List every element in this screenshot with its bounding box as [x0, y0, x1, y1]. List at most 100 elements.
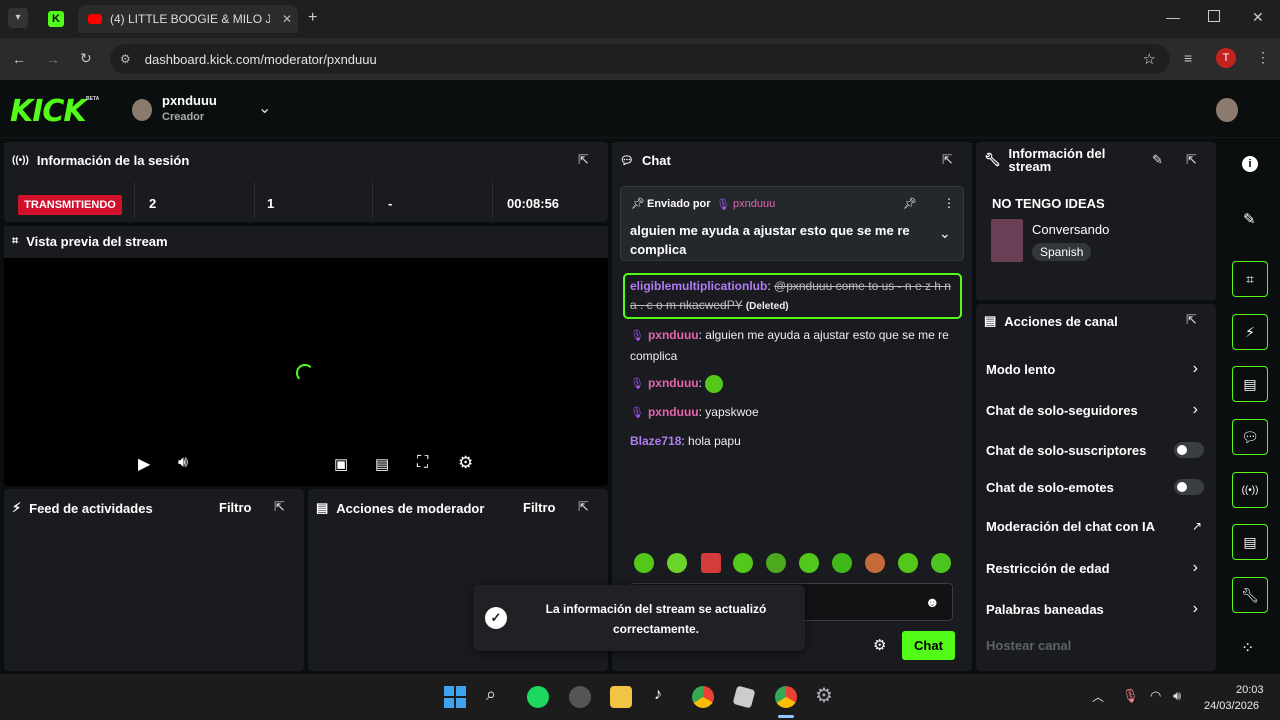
host-channel-item[interactable]: Hostear canal [986, 638, 1071, 653]
edit-icon[interactable]: ✎ [1243, 210, 1256, 228]
emote-icon[interactable] [667, 553, 687, 573]
chevron-right-icon[interactable]: › [1193, 360, 1198, 378]
category-name[interactable]: Conversando [1032, 222, 1109, 237]
youtube-icon [88, 14, 102, 24]
url-field[interactable]: ⚙ dashboard.kick.com/moderator/pxnduuu ☆ [110, 44, 1170, 74]
pinned-text: alguien me ayuda a ajustar esto que se m… [630, 223, 910, 257]
settings-gear-icon[interactable]: ⚙ [815, 683, 833, 708]
chevron-right-icon[interactable]: › [1193, 401, 1198, 419]
maximize-button[interactable] [1208, 10, 1220, 22]
subscribers-only-toggle[interactable] [1174, 442, 1204, 458]
age-restriction-item[interactable]: Restricción de edad [986, 561, 1110, 576]
mod-log-tool-button[interactable]: ▤ [1232, 366, 1268, 402]
reload-icon[interactable]: ↻ [80, 50, 92, 67]
stream-info-tool-button[interactable]: 🔧︎ [1232, 577, 1268, 613]
chrome-profile-icon[interactable] [775, 686, 797, 708]
media-control-icon[interactable]: ≡ [1184, 50, 1192, 66]
bookmark-star-icon[interactable]: ☆ [1143, 50, 1156, 68]
activity-tool-button[interactable]: ⚡︎ [1232, 314, 1268, 350]
external-link-icon[interactable]: ↗ [1192, 519, 1202, 533]
chat-send-button[interactable]: Chat [902, 631, 955, 660]
modactions-popout-icon[interactable]: ⇱ [578, 499, 589, 515]
browser-menu-icon[interactable]: ⋮ [1256, 49, 1270, 66]
chevron-right-icon[interactable]: › [1193, 600, 1198, 618]
emoji-picker-icon[interactable]: ☻ [925, 594, 940, 610]
tab-youtube[interactable]: (4) LITTLE BOOGIE & MILO J - V ✕ [78, 5, 298, 33]
stream-info-popout-icon[interactable]: ⇱ [1186, 152, 1197, 168]
emote-icon[interactable] [766, 553, 786, 573]
channel-actions-tool-button[interactable]: ▤ [1232, 524, 1268, 560]
chat-settings-icon[interactable]: ⚙ [873, 636, 886, 654]
tray-expand-icon[interactable]: ︿ [1092, 688, 1104, 705]
pinned-username[interactable]: pxnduuu [733, 198, 775, 210]
spotify-icon[interactable] [527, 686, 549, 708]
emote-icon[interactable] [733, 553, 753, 573]
pinned-menu-icon[interactable]: ⋮ [943, 196, 955, 210]
volume-icon[interactable]: 🔊︎ [178, 454, 188, 472]
emote-icon[interactable] [898, 553, 918, 573]
theater-icon[interactable]: ▤ [375, 455, 389, 473]
speaker-icon[interactable]: 🔊︎ [1173, 688, 1181, 704]
emotes-only-toggle[interactable] [1174, 479, 1204, 495]
popout-icon[interactable]: ⇱ [578, 152, 589, 168]
expand-chevron-icon[interactable]: ⌄ [939, 225, 951, 242]
activity-feed-panel: ⚡︎ Feed de actividades Filtro ⇱ [4, 489, 304, 671]
broadcast-icon: ((•)) [12, 155, 29, 166]
search-icon[interactable]: ⌕ [486, 684, 496, 705]
play-icon[interactable]: ▶ [138, 454, 150, 474]
session-tool-button[interactable]: ((•)) [1232, 472, 1268, 508]
microphone-icon[interactable]: 🎙︎ [1122, 688, 1139, 704]
url-text: dashboard.kick.com/moderator/pxnduuu [144, 51, 377, 67]
minimize-button[interactable]: — [1166, 9, 1180, 25]
windows-start-icon[interactable] [444, 686, 466, 708]
ai-moderation-item[interactable]: Moderación del chat con IA [986, 519, 1155, 534]
fullscreen-icon[interactable]: ⛶ [417, 454, 428, 472]
close-window-button[interactable]: ✕ [1252, 9, 1264, 26]
miniplayer-icon[interactable]: ▣ [334, 455, 348, 473]
account-switch-chevron-icon[interactable]: ⌄ [258, 98, 271, 118]
emote-icon[interactable] [865, 553, 885, 573]
more-tools-icon[interactable]: ⁘ [1241, 638, 1254, 658]
tiktok-icon[interactable]: ♪ [654, 686, 662, 704]
emote-icon[interactable] [634, 553, 654, 573]
emote-icon[interactable] [701, 553, 721, 573]
preview-tool-button[interactable]: ⌗ [1232, 261, 1268, 297]
channel-actions-popout-icon[interactable]: ⇱ [1186, 312, 1197, 328]
file-explorer-icon[interactable] [610, 686, 632, 708]
forward-icon[interactable]: → [46, 51, 60, 67]
slow-mode-item[interactable]: Modo lento [986, 362, 1055, 377]
tab-close-icon[interactable]: ✕ [282, 12, 292, 26]
kick-tab-icon[interactable]: K [48, 11, 64, 27]
creator-avatar[interactable] [132, 99, 152, 121]
modactions-filter-button[interactable]: Filtro [523, 500, 556, 515]
info-icon[interactable]: i [1242, 156, 1258, 172]
back-icon[interactable]: ← [12, 51, 26, 67]
new-tab-button[interactable]: + [308, 9, 317, 27]
chevron-right-icon[interactable]: › [1193, 559, 1198, 577]
emote-icon[interactable] [931, 553, 951, 573]
subs-stat: - [388, 196, 393, 211]
profile-avatar[interactable]: T [1216, 48, 1236, 68]
player-settings-icon[interactable]: ⚙ [458, 453, 473, 473]
chrome-icon[interactable] [692, 686, 714, 708]
wifi-icon[interactable]: ◠ [1150, 688, 1161, 704]
site-info-icon[interactable]: ⚙ [120, 52, 131, 66]
activity-filter-button[interactable]: Filtro [219, 500, 252, 515]
emote-icon[interactable] [799, 553, 819, 573]
category-thumbnail [991, 219, 1023, 262]
clock-date[interactable]: 24/03/2026 [1204, 700, 1259, 712]
pinned-message[interactable]: 📌︎ Enviado por 🎙︎ pxnduuu 📌︎ ⋮ alguien m… [620, 186, 964, 261]
followers-only-item[interactable]: Chat de solo-seguidores [986, 403, 1138, 418]
clock-time[interactable]: 20:03 [1236, 684, 1264, 696]
edit-stream-icon[interactable]: ✎ [1152, 152, 1163, 168]
app-icon[interactable] [569, 686, 591, 708]
emote-icon[interactable] [832, 553, 852, 573]
tab-list-button[interactable]: ▾ [8, 8, 28, 28]
kick-logo[interactable]: KICK [10, 94, 87, 129]
header-avatar[interactable] [1216, 98, 1238, 122]
chat-popout-icon[interactable]: ⇱ [942, 152, 953, 168]
chat-tool-button[interactable]: 💬︎ [1232, 419, 1268, 455]
banned-words-item[interactable]: Palabras baneadas [986, 602, 1104, 617]
unpin-icon[interactable]: 📌︎ [903, 197, 917, 210]
activity-popout-icon[interactable]: ⇱ [274, 499, 285, 515]
